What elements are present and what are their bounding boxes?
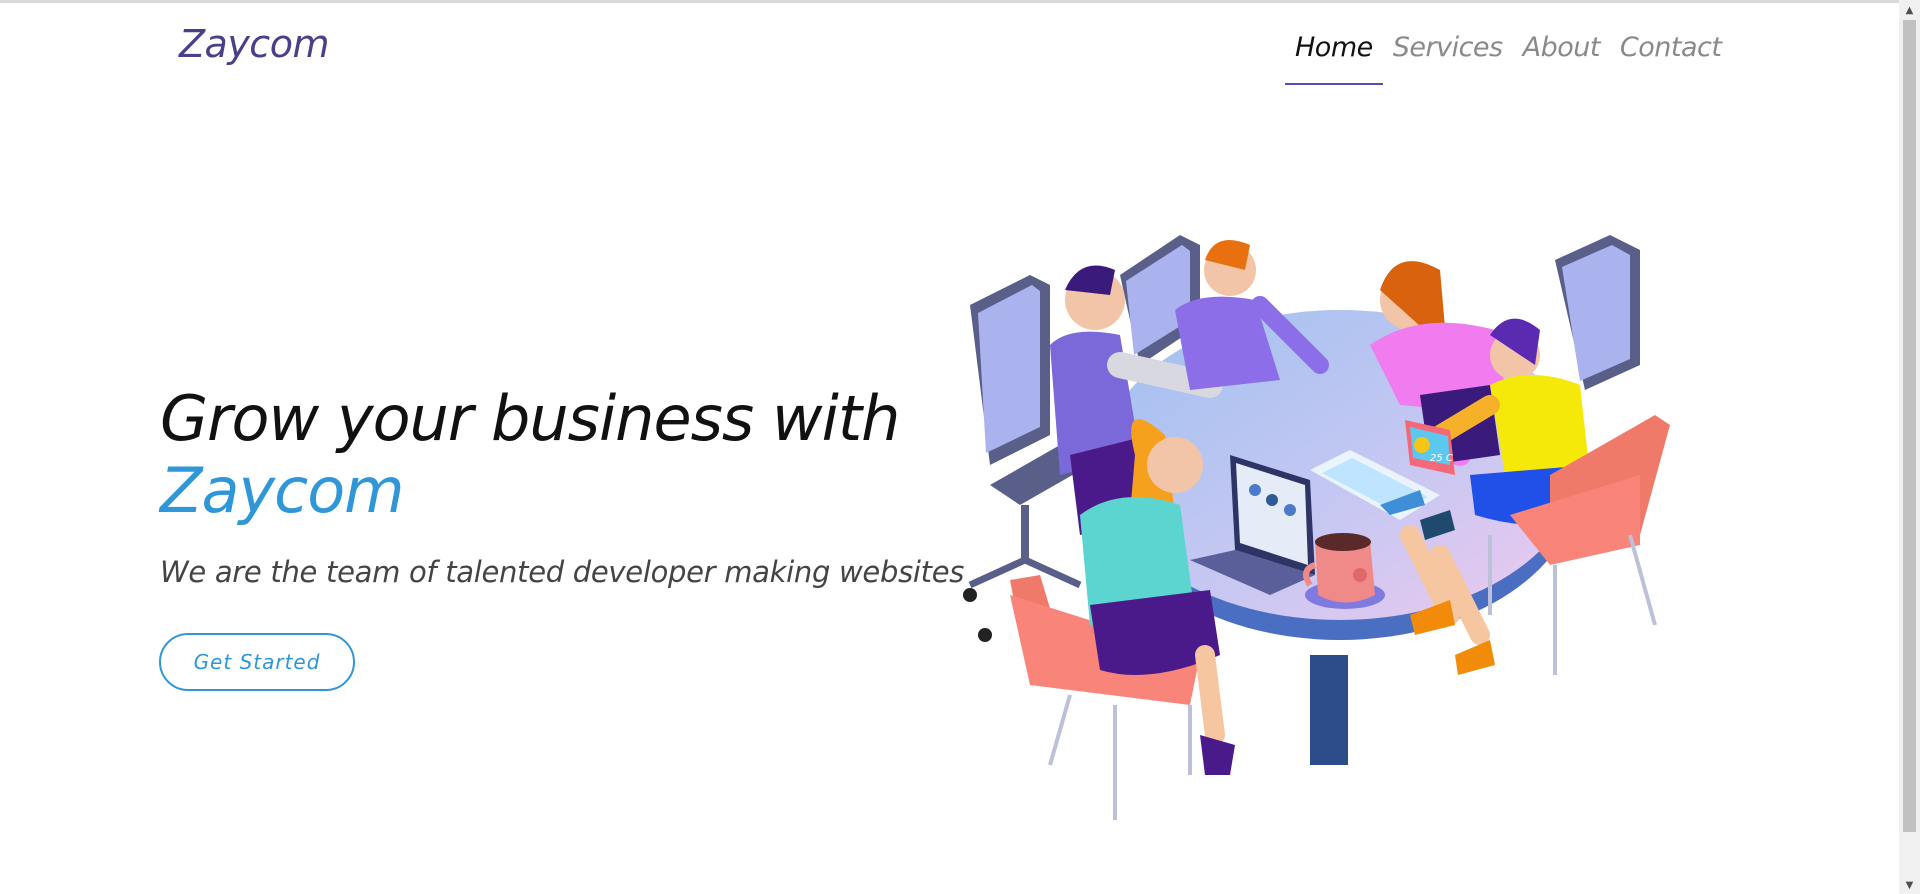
scroll-up-arrow-icon[interactable]: ▲ <box>1899 2 1920 19</box>
hero-subtitle: We are the team of talented developer ma… <box>160 555 965 589</box>
brand-logo[interactable]: Zaycom <box>179 22 329 66</box>
team-meeting-illustration: 25 C <box>963 235 1670 820</box>
get-started-button[interactable]: Get Started <box>159 633 355 691</box>
vertical-scrollbar[interactable]: ▲ ▼ <box>1899 0 1920 894</box>
hero-title-line: Grow your business with <box>160 382 900 455</box>
hero-title: Grow your business with Zaycom <box>160 383 960 527</box>
window-top-border <box>0 0 1920 3</box>
hero-title-accent: Zaycom <box>160 454 405 527</box>
nav-item-home[interactable]: Home <box>1285 28 1383 85</box>
chair-right-back <box>1555 235 1640 390</box>
badge-text: 25 C <box>1430 453 1453 464</box>
nav-item-services[interactable]: Services <box>1383 28 1513 85</box>
nav-item-contact[interactable]: Contact <box>1610 28 1732 85</box>
main-nav: Home Services About Contact <box>1285 28 1731 85</box>
scroll-down-arrow-icon[interactable]: ▼ <box>1899 877 1920 894</box>
scrollbar-thumb[interactable] <box>1903 20 1916 832</box>
nav-item-about[interactable]: About <box>1513 28 1610 85</box>
